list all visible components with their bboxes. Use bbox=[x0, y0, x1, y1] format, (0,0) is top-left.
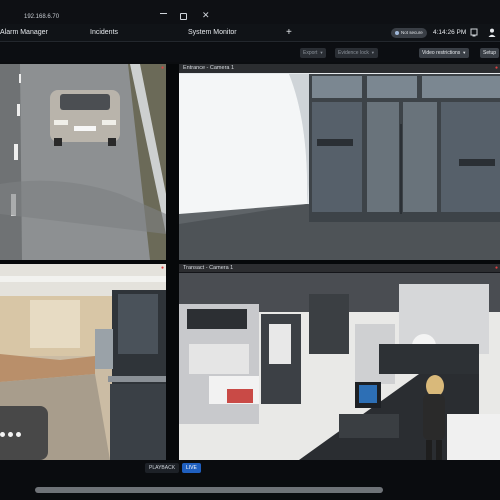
camera-tile-entrance[interactable]: Entrance - Camera 1 ● bbox=[179, 64, 500, 260]
chevron-down-icon: ▼ bbox=[370, 50, 375, 55]
tab-incidents[interactable]: Incidents bbox=[90, 29, 118, 36]
camera-feed-road bbox=[0, 64, 166, 260]
camera-feed-transact bbox=[179, 264, 500, 460]
camera-tile-road[interactable]: ● bbox=[0, 64, 166, 260]
camera-title: Entrance - Camera 1 bbox=[179, 64, 500, 73]
clock-time: 4:14:26 PM bbox=[433, 29, 467, 36]
car-shape bbox=[50, 90, 120, 146]
address-text: 192.168.6.70 bbox=[24, 14, 60, 20]
playback-mode-button[interactable]: PLAYBACK bbox=[145, 463, 180, 473]
evidence-lock-button-label: Evidence lock bbox=[338, 50, 369, 56]
recording-indicator-icon: ● bbox=[494, 65, 498, 71]
video-restrictions-button[interactable]: Video restrictions ▼ bbox=[419, 48, 470, 58]
dot-icon bbox=[8, 432, 13, 437]
add-tab-button[interactable]: + bbox=[286, 27, 292, 38]
live-mode-button[interactable]: LIVE bbox=[182, 463, 201, 473]
title-bar: 192.168.6.70 ✕ bbox=[0, 0, 500, 24]
minimize-icon[interactable] bbox=[160, 13, 167, 14]
camera-title: Transact - Camera 1 bbox=[179, 264, 500, 273]
close-icon[interactable]: ✕ bbox=[202, 11, 210, 20]
camera-tile-transact[interactable]: Transact - Camera 1 ● bbox=[179, 264, 500, 460]
more-options-button[interactable] bbox=[0, 406, 48, 460]
toolbar: Export ▼ Evidence lock ▼ Video restriction… bbox=[0, 43, 500, 99]
maximize-icon[interactable] bbox=[180, 13, 187, 20]
user-icon[interactable] bbox=[488, 28, 496, 37]
workspace-tab-bar: Alarm Manager Incidents System Monitor +… bbox=[0, 24, 500, 42]
horizontal-scrollbar[interactable] bbox=[35, 487, 383, 493]
setup-button[interactable]: Setup bbox=[480, 48, 500, 58]
recording-indicator-icon: ● bbox=[160, 265, 164, 271]
info-icon bbox=[395, 30, 399, 35]
dot-icon bbox=[16, 432, 21, 437]
connection-status-label: Not secure bbox=[401, 30, 423, 35]
export-button[interactable]: Export ▼ bbox=[300, 48, 327, 58]
connection-status-badge[interactable]: Not secure bbox=[391, 28, 427, 38]
evidence-lock-button[interactable]: Evidence lock ▼ bbox=[335, 48, 378, 58]
export-button-label: Export bbox=[303, 50, 318, 56]
camera-view-grid: ● Entrance - Camera 1 ● ● Transact - Cam… bbox=[0, 64, 500, 460]
dot-icon bbox=[0, 432, 5, 437]
bottom-bar: PLAYBACK LIVE bbox=[0, 460, 500, 500]
notifications-icon[interactable] bbox=[470, 28, 478, 37]
recording-indicator-icon: ● bbox=[494, 265, 498, 271]
camera-feed-entrance bbox=[179, 64, 500, 260]
chevron-down-icon: ▼ bbox=[462, 50, 467, 55]
tab-system-monitor[interactable]: System Monitor bbox=[188, 29, 237, 36]
chevron-down-icon: ▼ bbox=[319, 50, 324, 55]
tab-alarm-manager[interactable]: Alarm Manager bbox=[0, 29, 48, 36]
recording-indicator-icon: ● bbox=[160, 65, 164, 71]
video-restrictions-button-label: Video restrictions bbox=[422, 50, 461, 56]
